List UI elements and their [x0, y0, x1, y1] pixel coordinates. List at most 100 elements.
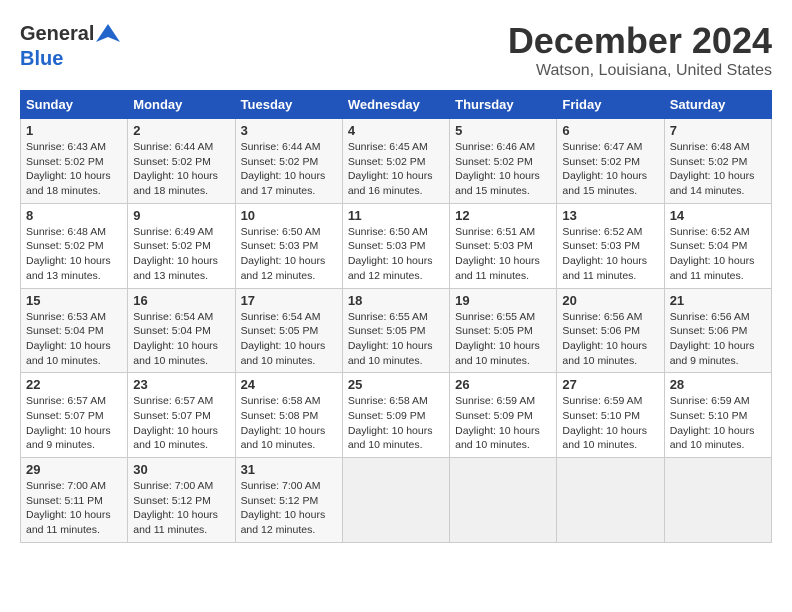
- header: General Blue December 2024 Watson, Louis…: [20, 20, 772, 80]
- day-info: Sunrise: 6:51 AM Sunset: 5:03 PM Dayligh…: [455, 225, 551, 284]
- calendar-cell: 15Sunrise: 6:53 AM Sunset: 5:04 PM Dayli…: [21, 288, 128, 373]
- calendar-cell: 1 Sunrise: 6:43 AM Sunset: 5:02 PM Daylig…: [21, 119, 128, 204]
- day-info: Sunrise: 6:48 AM Sunset: 5:02 PM Dayligh…: [26, 225, 122, 284]
- day-info: Sunrise: 6:56 AM Sunset: 5:06 PM Dayligh…: [670, 310, 766, 369]
- day-info: Sunrise: 6:57 AM Sunset: 5:07 PM Dayligh…: [133, 394, 229, 453]
- day-info: Sunrise: 6:46 AM Sunset: 5:02 PM Dayligh…: [455, 140, 551, 199]
- day-number: 7: [670, 123, 766, 138]
- day-info: Sunrise: 6:50 AM Sunset: 5:03 PM Dayligh…: [241, 225, 337, 284]
- day-number: 28: [670, 377, 766, 392]
- calendar-cell: 26Sunrise: 6:59 AM Sunset: 5:09 PM Dayli…: [450, 373, 557, 458]
- day-info: Sunrise: 6:55 AM Sunset: 5:05 PM Dayligh…: [348, 310, 444, 369]
- calendar-cell: 27 Sunrise: 6:59 AM Sunset: 5:10 PM Dayli…: [557, 373, 664, 458]
- calendar-cell: 21 Sunrise: 6:56 AM Sunset: 5:06 PM Dayli…: [664, 288, 771, 373]
- calendar-table: SundayMondayTuesdayWednesdayThursdayFrid…: [20, 90, 772, 543]
- calendar-cell: 17 Sunrise: 6:54 AM Sunset: 5:05 PM Dayli…: [235, 288, 342, 373]
- calendar-cell: 3 Sunrise: 6:44 AM Sunset: 5:02 PM Daylig…: [235, 119, 342, 204]
- header-wednesday: Wednesday: [342, 91, 449, 119]
- calendar-week-row: 1 Sunrise: 6:43 AM Sunset: 5:02 PM Daylig…: [21, 119, 772, 204]
- day-number: 25: [348, 377, 444, 392]
- day-info: Sunrise: 6:56 AM Sunset: 5:06 PM Dayligh…: [562, 310, 658, 369]
- header-friday: Friday: [557, 91, 664, 119]
- calendar-cell: 10 Sunrise: 6:50 AM Sunset: 5:03 PM Dayli…: [235, 203, 342, 288]
- day-number: 20: [562, 293, 658, 308]
- day-number: 29: [26, 462, 122, 477]
- calendar-cell: 29Sunrise: 7:00 AM Sunset: 5:11 PM Dayli…: [21, 458, 128, 543]
- calendar-week-row: 8 Sunrise: 6:48 AM Sunset: 5:02 PM Daylig…: [21, 203, 772, 288]
- day-number: 14: [670, 208, 766, 223]
- day-info: Sunrise: 6:52 AM Sunset: 5:04 PM Dayligh…: [670, 225, 766, 284]
- day-number: 12: [455, 208, 551, 223]
- calendar-header-row: SundayMondayTuesdayWednesdayThursdayFrid…: [21, 91, 772, 119]
- calendar-cell: 23 Sunrise: 6:57 AM Sunset: 5:07 PM Dayli…: [128, 373, 235, 458]
- day-number: 2: [133, 123, 229, 138]
- calendar-cell: 5Sunrise: 6:46 AM Sunset: 5:02 PM Daylig…: [450, 119, 557, 204]
- calendar-cell: 30 Sunrise: 7:00 AM Sunset: 5:12 PM Dayli…: [128, 458, 235, 543]
- calendar-cell: 25Sunrise: 6:58 AM Sunset: 5:09 PM Dayli…: [342, 373, 449, 458]
- header-thursday: Thursday: [450, 91, 557, 119]
- calendar-cell: 6 Sunrise: 6:47 AM Sunset: 5:02 PM Daylig…: [557, 119, 664, 204]
- calendar-cell: 31 Sunrise: 7:00 AM Sunset: 5:12 PM Dayli…: [235, 458, 342, 543]
- day-info: Sunrise: 6:44 AM Sunset: 5:02 PM Dayligh…: [241, 140, 337, 199]
- day-number: 8: [26, 208, 122, 223]
- day-number: 1: [26, 123, 122, 138]
- day-number: 9: [133, 208, 229, 223]
- day-info: Sunrise: 6:54 AM Sunset: 5:04 PM Dayligh…: [133, 310, 229, 369]
- day-info: Sunrise: 6:45 AM Sunset: 5:02 PM Dayligh…: [348, 140, 444, 199]
- day-info: Sunrise: 6:57 AM Sunset: 5:07 PM Dayligh…: [26, 394, 122, 453]
- day-info: Sunrise: 6:59 AM Sunset: 5:09 PM Dayligh…: [455, 394, 551, 453]
- day-number: 3: [241, 123, 337, 138]
- day-info: Sunrise: 6:43 AM Sunset: 5:02 PM Dayligh…: [26, 140, 122, 199]
- header-sunday: Sunday: [21, 91, 128, 119]
- calendar-cell: [557, 458, 664, 543]
- logo: General Blue: [20, 20, 122, 71]
- calendar-cell: 28 Sunrise: 6:59 AM Sunset: 5:10 PM Dayli…: [664, 373, 771, 458]
- calendar-cell: 24 Sunrise: 6:58 AM Sunset: 5:08 PM Dayli…: [235, 373, 342, 458]
- day-info: Sunrise: 6:44 AM Sunset: 5:02 PM Dayligh…: [133, 140, 229, 199]
- header-monday: Monday: [128, 91, 235, 119]
- day-info: Sunrise: 6:53 AM Sunset: 5:04 PM Dayligh…: [26, 310, 122, 369]
- calendar-cell: 22 Sunrise: 6:57 AM Sunset: 5:07 PM Dayli…: [21, 373, 128, 458]
- day-number: 18: [348, 293, 444, 308]
- calendar-cell: 9 Sunrise: 6:49 AM Sunset: 5:02 PM Daylig…: [128, 203, 235, 288]
- day-info: Sunrise: 6:47 AM Sunset: 5:02 PM Dayligh…: [562, 140, 658, 199]
- calendar-cell: 16Sunrise: 6:54 AM Sunset: 5:04 PM Dayli…: [128, 288, 235, 373]
- day-info: Sunrise: 6:48 AM Sunset: 5:02 PM Dayligh…: [670, 140, 766, 199]
- day-info: Sunrise: 6:59 AM Sunset: 5:10 PM Dayligh…: [562, 394, 658, 453]
- calendar-cell: 8 Sunrise: 6:48 AM Sunset: 5:02 PM Daylig…: [21, 203, 128, 288]
- calendar-cell: 13 Sunrise: 6:52 AM Sunset: 5:03 PM Dayli…: [557, 203, 664, 288]
- calendar-cell: 7 Sunrise: 6:48 AM Sunset: 5:02 PM Daylig…: [664, 119, 771, 204]
- day-info: Sunrise: 7:00 AM Sunset: 5:12 PM Dayligh…: [133, 479, 229, 538]
- day-number: 10: [241, 208, 337, 223]
- logo-blue-text: Blue: [20, 48, 63, 70]
- day-info: Sunrise: 6:54 AM Sunset: 5:05 PM Dayligh…: [241, 310, 337, 369]
- day-number: 30: [133, 462, 229, 477]
- day-number: 21: [670, 293, 766, 308]
- day-number: 24: [241, 377, 337, 392]
- calendar-cell: 2 Sunrise: 6:44 AM Sunset: 5:02 PM Daylig…: [128, 119, 235, 204]
- day-info: Sunrise: 6:49 AM Sunset: 5:02 PM Dayligh…: [133, 225, 229, 284]
- day-number: 23: [133, 377, 229, 392]
- day-number: 31: [241, 462, 337, 477]
- calendar-cell: [342, 458, 449, 543]
- day-number: 6: [562, 123, 658, 138]
- calendar-cell: [450, 458, 557, 543]
- day-number: 27: [562, 377, 658, 392]
- day-info: Sunrise: 6:52 AM Sunset: 5:03 PM Dayligh…: [562, 225, 658, 284]
- day-number: 13: [562, 208, 658, 223]
- day-info: Sunrise: 6:50 AM Sunset: 5:03 PM Dayligh…: [348, 225, 444, 284]
- header-tuesday: Tuesday: [235, 91, 342, 119]
- day-number: 19: [455, 293, 551, 308]
- header-saturday: Saturday: [664, 91, 771, 119]
- day-info: Sunrise: 6:58 AM Sunset: 5:08 PM Dayligh…: [241, 394, 337, 453]
- calendar-cell: 18 Sunrise: 6:55 AM Sunset: 5:05 PM Dayli…: [342, 288, 449, 373]
- day-number: 17: [241, 293, 337, 308]
- day-number: 22: [26, 377, 122, 392]
- day-info: Sunrise: 7:00 AM Sunset: 5:12 PM Dayligh…: [241, 479, 337, 538]
- logo-general-text: General: [20, 23, 94, 46]
- location-subtitle: Watson, Louisiana, United States: [508, 62, 772, 80]
- calendar-cell: 19Sunrise: 6:55 AM Sunset: 5:05 PM Dayli…: [450, 288, 557, 373]
- day-info: Sunrise: 6:59 AM Sunset: 5:10 PM Dayligh…: [670, 394, 766, 453]
- calendar-cell: 12 Sunrise: 6:51 AM Sunset: 5:03 PM Dayli…: [450, 203, 557, 288]
- calendar-cell: [664, 458, 771, 543]
